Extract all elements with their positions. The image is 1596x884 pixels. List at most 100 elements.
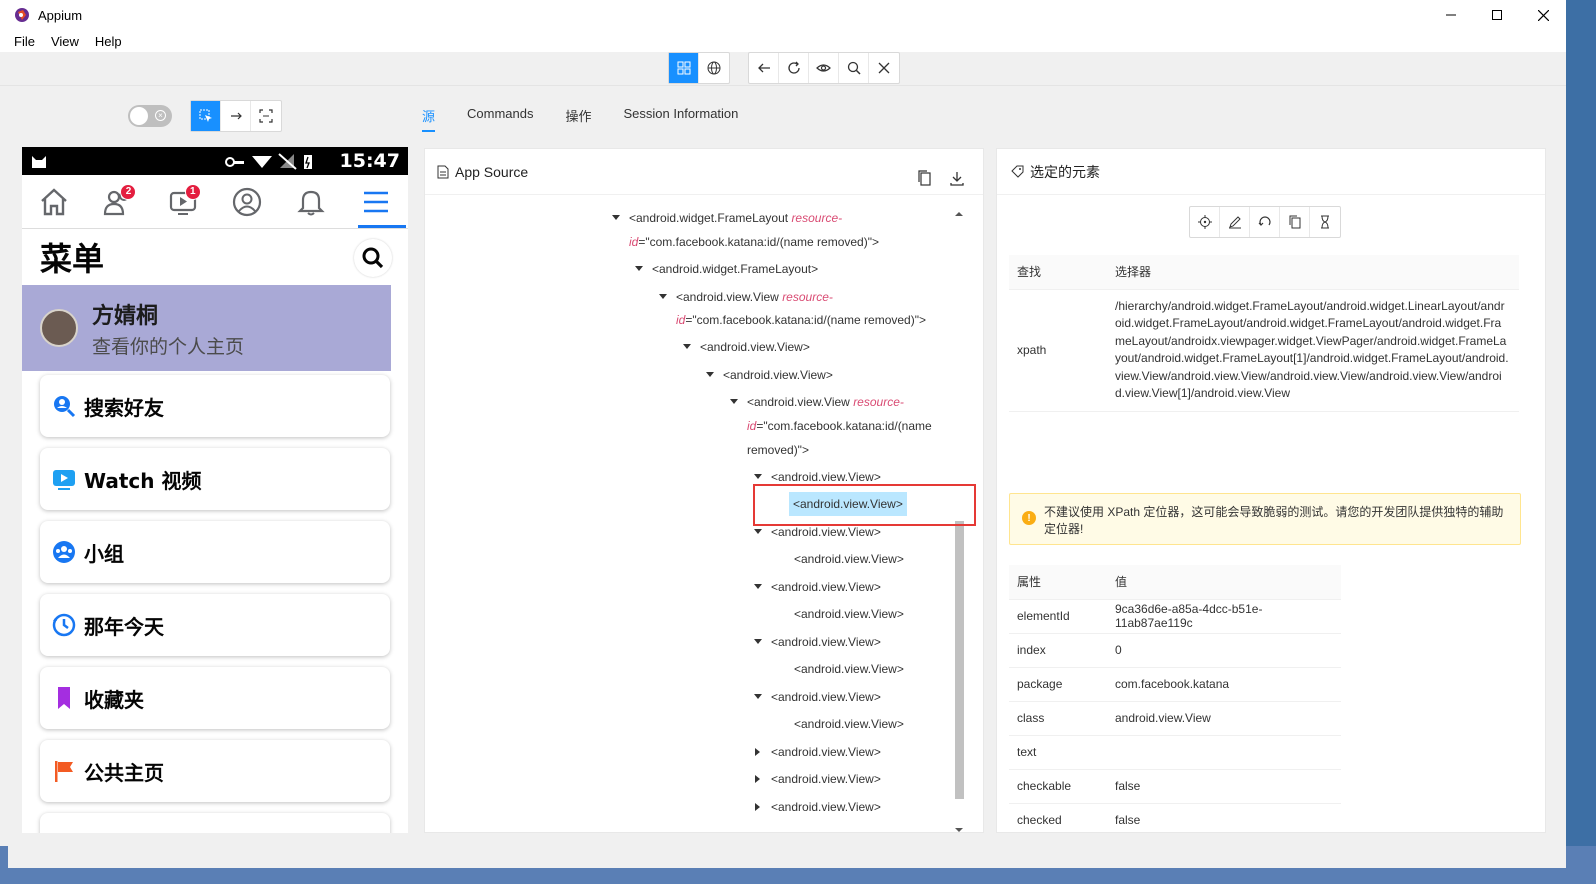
- tree-node-view-leaf[interactable]: <android.view.View>: [794, 657, 904, 681]
- tree-node-view[interactable]: <android.view.View>: [754, 575, 881, 599]
- tree-node-view[interactable]: <android.view.View>: [683, 335, 810, 359]
- table-row: xpath /hierarchy/android.widget.FrameLay…: [1009, 289, 1519, 412]
- profile-card[interactable]: 方婧桐 查看你的个人主页: [22, 285, 391, 371]
- memories-clock-icon: [52, 613, 76, 637]
- nav-watch[interactable]: 1: [163, 182, 203, 222]
- tap-mode-button[interactable]: [251, 101, 281, 131]
- menu-file[interactable]: File: [14, 34, 35, 49]
- tree-node-attr-cont: id="com.facebook.katana:id/(name: [747, 419, 932, 433]
- nav-menu[interactable]: [356, 182, 396, 222]
- menu-item-pages[interactable]: 公共主页: [40, 740, 390, 802]
- menu-item-groups[interactable]: 小组: [40, 521, 390, 583]
- nav-profile[interactable]: [227, 182, 267, 222]
- phone-clock: 15:47: [339, 150, 400, 172]
- maximize-icon: [1492, 10, 1502, 20]
- show-element-button[interactable]: [809, 53, 839, 83]
- profile-subtitle: 查看你的个人主页: [92, 335, 245, 358]
- tap-element-button[interactable]: [1190, 207, 1220, 237]
- attr-value: 9ca36d6e-a85a-4dcc-b51e-11ab87ae119c: [1107, 599, 1341, 634]
- attr-name: index: [1009, 633, 1107, 668]
- minimize-button[interactable]: [1428, 0, 1474, 30]
- warning-text: 不建议使用 XPath 定位器，这可能会导致脆弱的测试。请您的开发团队提供独特的…: [1044, 505, 1504, 536]
- facebook-nav-bar: 2 1: [22, 175, 408, 229]
- scroll-thumb[interactable]: [955, 521, 964, 799]
- arrow-left-icon: [757, 63, 770, 73]
- tree-node-view-resource-2[interactable]: <android.view.View resource-: [730, 390, 904, 414]
- desktop-background-right: [1566, 0, 1596, 884]
- tree-node-view-resource[interactable]: <android.view.View resource-: [659, 285, 833, 309]
- tab-source[interactable]: 源: [422, 106, 436, 132]
- table-row: package com.facebook.katana: [1009, 667, 1341, 702]
- select-elements-button[interactable]: [191, 101, 221, 131]
- tree-node-view-collapsed[interactable]: <android.view.View>: [755, 740, 881, 764]
- tree-node-view-leaf[interactable]: <android.view.View>: [794, 547, 904, 571]
- copy-attributes-button[interactable]: [1280, 207, 1310, 237]
- attr-name: elementId: [1009, 599, 1107, 634]
- window-titlebar: Appium: [0, 0, 1566, 30]
- tree-node-view-leaf[interactable]: <android.view.View>: [794, 602, 904, 626]
- nav-notifications[interactable]: [291, 182, 331, 222]
- attr-name: text: [1009, 735, 1107, 770]
- scroll-up-icon[interactable]: [953, 209, 965, 219]
- tree-node-view-collapsed[interactable]: <android.view.View>: [755, 767, 881, 791]
- timing-button[interactable]: [1310, 207, 1340, 237]
- tab-commands[interactable]: Commands: [467, 106, 533, 132]
- download-icon[interactable]: [949, 170, 965, 186]
- app-source-header: App Source: [425, 149, 983, 195]
- close-button[interactable]: [1520, 0, 1566, 30]
- copy-xml-icon[interactable]: [917, 170, 933, 186]
- quit-session-button[interactable]: [869, 53, 899, 83]
- swipe-mode-button[interactable]: [221, 101, 251, 131]
- menu-item-partial[interactable]: [40, 813, 390, 833]
- native-mode-button[interactable]: [669, 53, 699, 83]
- search-button[interactable]: [839, 53, 869, 83]
- attr-name: checkable: [1009, 769, 1107, 804]
- menu-item-memories[interactable]: 那年今天: [40, 594, 390, 656]
- table-row: elementId 9ca36d6e-a85a-4dcc-b51e-11ab87a…: [1009, 599, 1341, 634]
- tree-node-framelayout[interactable]: <android.widget.FrameLayout resource-: [612, 206, 842, 230]
- menu-search-button[interactable]: [354, 239, 392, 277]
- maximize-button[interactable]: [1474, 0, 1520, 30]
- tree-node-view[interactable]: <android.view.View>: [706, 363, 833, 387]
- menu-item-saved[interactable]: 收藏夹: [40, 667, 390, 729]
- tree-node-view-collapsed[interactable]: <android.view.View>: [755, 795, 881, 819]
- close-icon: [1537, 9, 1549, 21]
- nav-home[interactable]: [34, 182, 74, 222]
- menu-header: 菜单: [22, 229, 408, 285]
- view-mode-group: [668, 52, 730, 84]
- home-icon: [41, 187, 67, 215]
- table-row: index 0: [1009, 633, 1341, 668]
- menu-bar: File View Help: [0, 30, 1566, 52]
- tree-node-view[interactable]: <android.view.View>: [754, 630, 881, 654]
- tree-node-view[interactable]: <android.view.View>: [754, 685, 881, 709]
- tab-session-information[interactable]: Session Information: [624, 106, 739, 132]
- tree-node-view-leaf[interactable]: <android.view.View>: [794, 712, 904, 736]
- attr-value: com.facebook.katana: [1107, 667, 1341, 702]
- action-group: [748, 52, 900, 84]
- table-row: text: [1009, 735, 1341, 770]
- screenshot-toggle[interactable]: ×: [128, 105, 172, 127]
- scroll-down-icon[interactable]: [953, 825, 965, 835]
- tree-node-view[interactable]: <android.view.View>: [754, 520, 881, 544]
- web-mode-button[interactable]: [699, 53, 729, 83]
- refresh-button[interactable]: [779, 53, 809, 83]
- file-icon: [437, 165, 449, 178]
- send-keys-button[interactable]: [1220, 207, 1250, 237]
- crosshair-icon: [1197, 215, 1212, 229]
- back-button[interactable]: [749, 53, 779, 83]
- tab-actions[interactable]: 操作: [565, 106, 591, 132]
- xpath-warning-alert: ! 不建议使用 XPath 定位器，这可能会导致脆弱的测试。请您的开发团队提供独…: [1009, 493, 1521, 545]
- tree-node-framelayout-2[interactable]: <android.widget.FrameLayout>: [635, 257, 818, 281]
- profile-icon: [233, 187, 262, 216]
- menu-view[interactable]: View: [51, 34, 79, 49]
- attr-value: android.view.View: [1107, 701, 1341, 736]
- device-screenshot[interactable]: 15:47 2 1 菜单 方婧桐 查看你的个人主页 搜索好友 Watch 视频 …: [22, 147, 408, 833]
- grid-icon: [677, 61, 690, 75]
- eye-icon: [816, 64, 831, 72]
- nav-friends[interactable]: 2: [98, 182, 138, 222]
- menu-item-find-friends[interactable]: 搜索好友: [40, 375, 390, 437]
- menu-item-watch[interactable]: Watch 视频: [40, 448, 390, 510]
- menu-help[interactable]: Help: [95, 34, 122, 49]
- xpath-value[interactable]: /hierarchy/android.widget.FrameLayout/an…: [1107, 289, 1519, 412]
- clear-button[interactable]: [1250, 207, 1280, 237]
